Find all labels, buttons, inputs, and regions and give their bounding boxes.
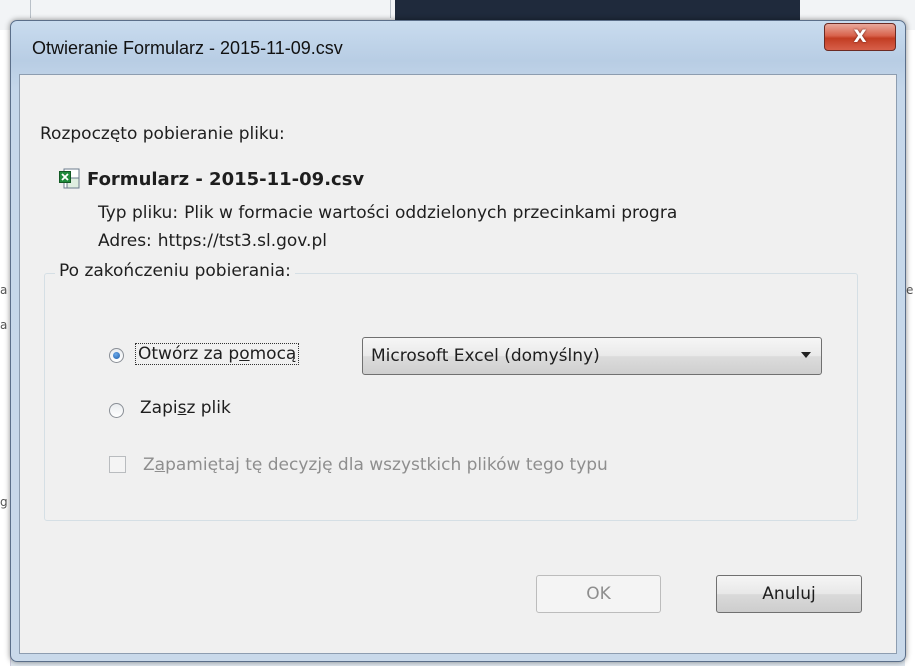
remember-checkbox[interactable]: [109, 456, 126, 473]
save-file-text-1: Zapi: [140, 398, 178, 418]
file-row: Formularz - 2015-11-09.csv: [59, 168, 364, 190]
save-file-radio[interactable]: [109, 403, 124, 418]
file-type-row: Typ pliku: Plik w formacie wartości oddzi…: [98, 203, 677, 223]
open-with-app-value: Microsoft Excel (domyślny): [371, 346, 600, 366]
ok-button[interactable]: OK: [536, 575, 661, 613]
open-with-app-select[interactable]: Microsoft Excel (domyślny): [362, 337, 822, 375]
background-right-strip: [905, 30, 915, 666]
open-with-label[interactable]: Otwórz za pomocą: [135, 343, 300, 365]
save-file-label[interactable]: Zapisz plik: [140, 398, 231, 418]
title-bar[interactable]: Otwieranie Formularz - 2015-11-09.csv X: [11, 21, 905, 77]
open-with-mnemonic: o: [239, 344, 250, 364]
file-type-value: Plik w formacie wartości oddzielonych pr…: [184, 203, 678, 223]
address-row: Adres: https://tst3.sl.gov.pl: [98, 231, 327, 251]
chevron-down-icon: [801, 352, 811, 358]
close-button[interactable]: X: [824, 23, 896, 51]
open-with-text-2: mocą: [249, 344, 297, 364]
window-title: Otwieranie Formularz - 2015-11-09.csv: [32, 38, 343, 58]
cancel-button[interactable]: Anuluj: [716, 575, 862, 613]
background-char: a: [0, 283, 8, 297]
address-value: https://tst3.sl.gov.pl: [157, 231, 327, 251]
background-char: a: [0, 318, 8, 332]
ok-button-label: OK: [586, 584, 611, 604]
background-char: g: [0, 495, 8, 509]
file-type-label: Typ pliku:: [98, 203, 179, 223]
file-name: Formularz - 2015-11-09.csv: [87, 168, 365, 190]
cancel-button-label: Anuluj: [762, 584, 816, 604]
remember-mnemonic: a: [154, 455, 166, 475]
save-file-text-2: z plik: [186, 398, 231, 418]
background-dark-panel: [395, 0, 800, 22]
after-download-group: [44, 273, 858, 521]
remember-text-1: Z: [143, 455, 155, 475]
download-heading: Rozpoczęto pobieranie pliku:: [40, 124, 285, 144]
open-with-radio[interactable]: [109, 348, 124, 363]
remember-label[interactable]: Zapamiętaj tę decyzję dla wszystkich pli…: [143, 455, 608, 475]
excel-csv-icon: [59, 168, 81, 190]
address-label: Adres:: [98, 231, 152, 251]
background-char: e: [906, 283, 914, 297]
open-with-focus: Otwórz za pomocą: [135, 343, 300, 365]
group-legend: Po zakończeniu pobierania:: [55, 261, 295, 281]
close-icon: X: [853, 27, 867, 47]
open-with-text-1: Otwórz za p: [138, 344, 240, 364]
remember-text-2: pamiętaj tę decyzję dla wszystkich plikó…: [165, 455, 608, 475]
